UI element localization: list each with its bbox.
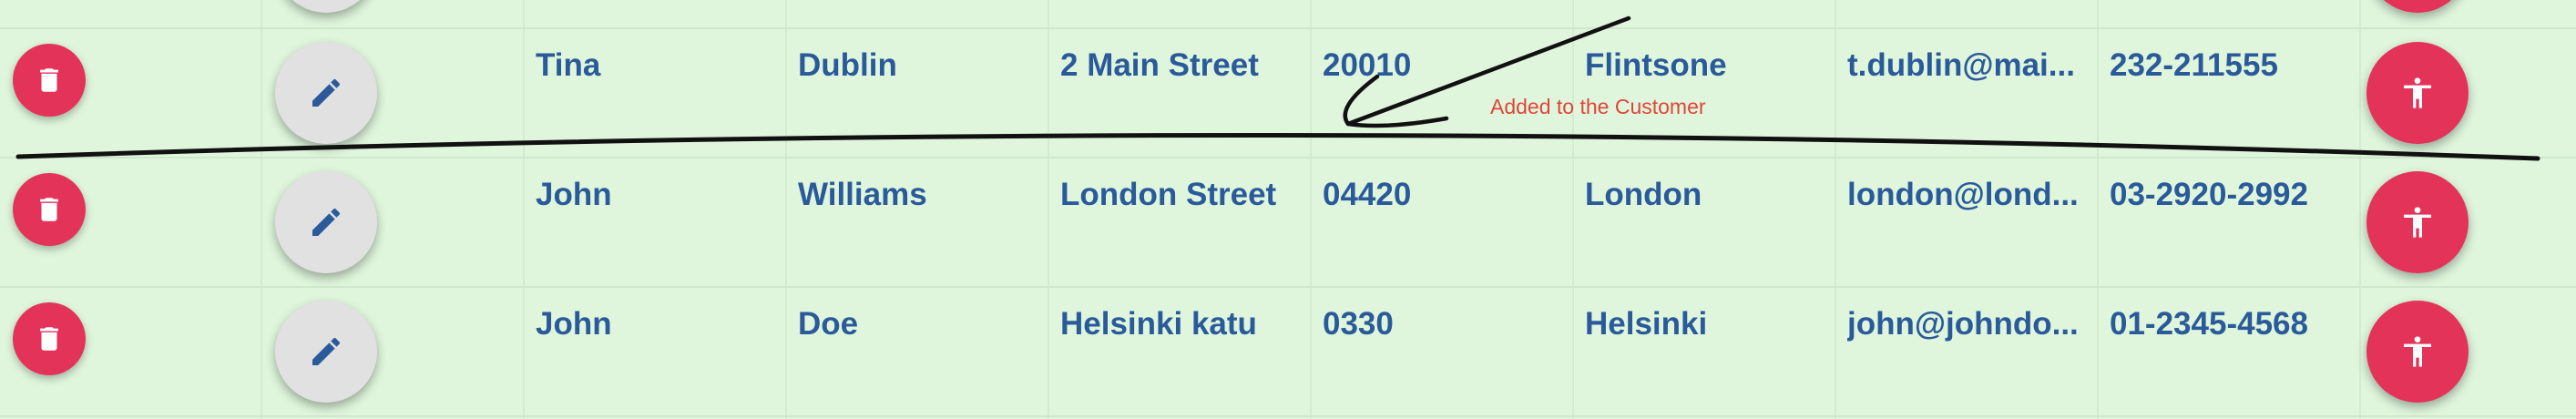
- delete-button[interactable]: [13, 44, 86, 117]
- pencil-icon: [312, 208, 341, 236]
- cell-email: t.dublin@mai...: [1847, 47, 2075, 83]
- accessibility-button[interactable]: [2366, 171, 2469, 273]
- table-row: John Doe Helsinki katu 0330 Helsinki joh…: [0, 288, 2576, 417]
- pencil-icon: [312, 337, 341, 365]
- cell-city: London: [1585, 177, 1702, 212]
- accessibility-button[interactable]: [2366, 301, 2469, 403]
- cell-last-name: Williams: [798, 177, 927, 212]
- cell-phone: 01-2345-4568: [2110, 306, 2308, 342]
- accessibility-button[interactable]: [2366, 0, 2469, 13]
- pencil-icon: [312, 78, 341, 107]
- cell-street: 2 Main Street: [1060, 47, 1259, 83]
- cell-street: Helsinki katu: [1060, 306, 1257, 342]
- table-row: John Williams London Street 04420 London…: [0, 158, 2576, 288]
- cell-postcode: 20010: [1323, 47, 1412, 83]
- accessibility-button[interactable]: [2366, 42, 2469, 144]
- accessibility-icon: [2404, 77, 2431, 108]
- edit-button[interactable]: [275, 0, 377, 13]
- edit-button[interactable]: [275, 301, 377, 403]
- cell-phone: 232-211555: [2110, 47, 2278, 83]
- cell-last-name: Doe: [798, 306, 859, 342]
- cell-first-name: Tina: [536, 47, 601, 83]
- cell-first-name: John: [536, 177, 612, 212]
- edit-button[interactable]: [275, 42, 377, 144]
- delete-button[interactable]: [13, 302, 86, 375]
- trash-icon: [40, 68, 58, 92]
- accessibility-icon: [2404, 207, 2431, 238]
- table-row: [0, 0, 2576, 29]
- trash-icon: [40, 198, 58, 221]
- table-row: Tina Dublin 2 Main Street 20010 Flintson…: [0, 29, 2576, 158]
- edit-button[interactable]: [275, 171, 377, 273]
- cell-phone: 03-2920-2992: [2110, 177, 2308, 212]
- cell-city: Helsinki: [1585, 306, 1708, 342]
- cell-city: Flintsone: [1585, 47, 1727, 83]
- cell-first-name: John: [536, 306, 612, 342]
- annotation-note: Added to the Customer: [1490, 95, 1706, 118]
- cell-email: john@johndo...: [1847, 306, 2079, 342]
- accessibility-icon: [2404, 336, 2431, 367]
- delete-button[interactable]: [13, 173, 86, 246]
- cell-last-name: Dublin: [798, 47, 897, 83]
- cell-postcode: 0330: [1323, 306, 1394, 342]
- cell-email: london@lond...: [1847, 177, 2079, 212]
- cell-postcode: 04420: [1323, 177, 1412, 212]
- cell-street: London Street: [1060, 177, 1277, 212]
- trash-icon: [40, 327, 58, 351]
